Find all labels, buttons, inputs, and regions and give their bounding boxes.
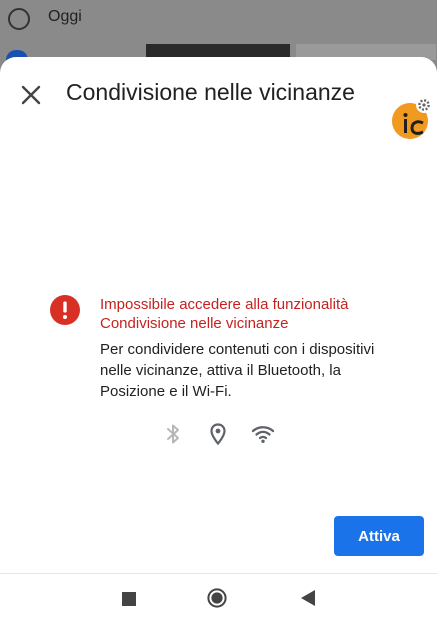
sheet-title: Condivisione nelle vicinanze — [66, 79, 355, 105]
error-description: Per condividere contenuti con i disposit… — [100, 341, 375, 400]
bluetooth-icon — [167, 424, 179, 444]
radio-button[interactable] — [8, 8, 30, 30]
back-button[interactable] — [300, 589, 316, 607]
gear-icon[interactable] — [416, 97, 432, 113]
wifi-icon — [251, 426, 275, 443]
navigation-bar — [0, 573, 437, 626]
activate-button[interactable]: Attiva — [334, 516, 424, 556]
close-icon[interactable] — [18, 82, 44, 108]
error-title: Impossibile accedere alla funzionalità C… — [100, 296, 349, 332]
background-app: Oggi — [0, 0, 437, 60]
recents-button[interactable] — [122, 592, 136, 606]
list-label: Oggi — [48, 8, 82, 25]
nearby-share-sheet: Condivisione nelle vicinanze Impossibile… — [0, 57, 437, 573]
home-button[interactable] — [207, 588, 227, 608]
location-icon — [210, 423, 226, 446]
error-icon — [50, 295, 80, 325]
